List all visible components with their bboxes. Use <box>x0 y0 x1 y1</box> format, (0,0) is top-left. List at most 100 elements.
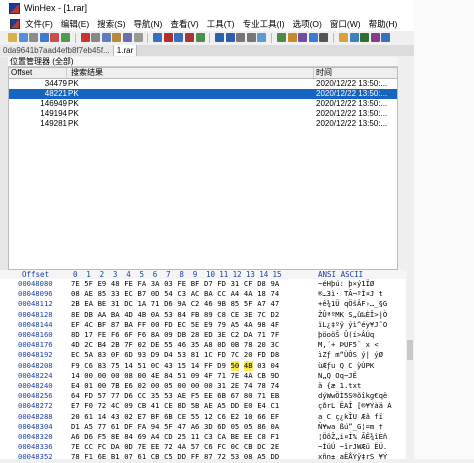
hex-byte[interactable]: E0 <box>244 401 253 411</box>
hex-byte[interactable]: 47 <box>177 422 186 432</box>
hex-byte[interactable]: 4C <box>111 401 120 411</box>
hex-byte[interactable]: 7E <box>71 442 80 452</box>
hex-byte[interactable]: E7 <box>71 401 80 411</box>
hex-byte[interactable]: 81 <box>191 350 200 360</box>
hex-byte[interactable]: DA <box>111 442 120 452</box>
hex-byte[interactable]: 4C <box>84 320 93 330</box>
hex-row[interactable]: 00048112 2B EA BE 31 DC 1A 71 D6 9A C2 46 9B 85 5F A7 47… <box>0 299 474 309</box>
hex-row-ascii[interactable]: ~ÌüÚ ~îrJWÆü ËÜ. <box>318 442 387 452</box>
goto-next-icon[interactable] <box>225 33 235 42</box>
hex-byte[interactable]: D4 <box>164 350 173 360</box>
checksum-icon[interactable] <box>298 33 308 42</box>
hex-row[interactable]: 00048208 F9 C6 83 75 14 51 0C 43 15 14 FF D9 50 4B 03 04… <box>0 360 474 371</box>
hex-row[interactable]: 00048080 7E 5F E9 48 FE FA 3A 03 FE BF D7 FD 31 CF D8 9A… <box>0 279 474 289</box>
hex-byte[interactable]: 4B <box>243 360 253 371</box>
hex-byte[interactable]: FC <box>98 442 107 452</box>
hex-byte[interactable]: AA <box>98 310 107 320</box>
hex-byte[interactable]: CF <box>244 279 253 289</box>
hex-byte[interactable]: 55 <box>164 340 173 350</box>
hex-byte[interactable]: FA <box>138 422 147 432</box>
hex-byte[interactable]: C6 <box>204 442 213 452</box>
hex-byte[interactable]: EC <box>71 350 80 360</box>
column-offset[interactable]: Offset <box>9 68 67 78</box>
hex-byte[interactable]: 03 <box>257 361 266 371</box>
save-icon[interactable] <box>39 33 49 42</box>
hex-byte[interactable]: D2 <box>271 310 280 320</box>
hex-row-ascii[interactable]: ŽÛªºMK S„û‰ÈÎ>|Ò <box>318 310 387 320</box>
hex-byte[interactable]: 83 <box>98 361 107 371</box>
hex-byte[interactable]: FF <box>204 361 213 371</box>
hex-byte[interactable]: 18 <box>257 289 266 299</box>
hex-byte[interactable]: 3D <box>204 422 213 432</box>
hex-byte[interactable]: EE <box>151 442 160 452</box>
hex-byte[interactable]: EE <box>244 432 253 442</box>
hex-byte[interactable]: BE <box>98 299 107 309</box>
hex-byte[interactable]: 3E <box>217 330 226 340</box>
hex-byte[interactable]: 35 <box>151 391 160 401</box>
hex-byte[interactable]: 53 <box>177 350 186 360</box>
hex-byte[interactable]: DF <box>124 422 133 432</box>
recover-icon[interactable] <box>360 33 370 42</box>
hex-byte[interactable]: 4D <box>71 340 80 350</box>
hex-byte[interactable]: 02 <box>124 412 133 422</box>
hex-byte[interactable]: CE <box>231 310 240 320</box>
hex-byte[interactable]: C3 <box>204 432 213 442</box>
hex-byte[interactable]: 00 <box>84 371 93 381</box>
hex-byte[interactable]: CB <box>138 401 147 411</box>
hex-byte[interactable]: AE <box>204 401 213 411</box>
menu-view[interactable]: 查看(V) <box>170 18 198 30</box>
hex-byte[interactable]: 5A <box>84 350 93 360</box>
hex-byte[interactable]: B7 <box>138 289 147 299</box>
hex-byte[interactable]: 67 <box>231 391 240 401</box>
hex-byte[interactable]: 84 <box>164 371 173 381</box>
hex-byte[interactable]: CB <box>244 442 253 452</box>
hex-row-ascii[interactable]: dýWwÖÌ5S®õîkg€që <box>318 391 387 401</box>
hex-byte[interactable]: 84 <box>177 310 186 320</box>
hex-byte[interactable]: 75 <box>111 361 120 371</box>
hex-byte[interactable]: 7E <box>138 442 147 452</box>
hex-byte[interactable]: 77 <box>98 422 107 432</box>
forward-icon[interactable] <box>246 33 256 42</box>
hex-byte[interactable]: DD <box>271 452 280 462</box>
hex-byte[interactable]: FF <box>191 452 200 462</box>
hex-byte[interactable]: E9 <box>204 320 213 330</box>
hex-byte[interactable]: FF <box>138 320 147 330</box>
hex-byte[interactable]: 0D <box>217 340 226 350</box>
hex-byte[interactable]: 14 <box>71 371 80 381</box>
hex-byte[interactable]: 53 <box>231 452 240 462</box>
hex-byte[interactable]: F5 <box>191 391 200 401</box>
hex-row[interactable]: 00048352 78 F1 6E B1 07 61 CB C5 DD FF 87 72 53 08 A5 DD… <box>0 452 474 462</box>
hex-byte[interactable]: 6B <box>164 412 173 422</box>
hex-byte[interactable]: DB <box>177 330 186 340</box>
hex-byte[interactable]: 2C <box>84 340 93 350</box>
hex-byte[interactable]: DD <box>177 452 186 462</box>
hex-byte[interactable]: 5F <box>84 279 93 289</box>
hex-byte[interactable]: 7F <box>124 340 133 350</box>
hex-byte[interactable]: FD <box>217 279 226 289</box>
hex-byte[interactable]: 72 <box>98 401 107 411</box>
hex-byte[interactable]: BE <box>231 432 240 442</box>
replace-icon[interactable] <box>174 33 184 42</box>
hex-byte[interactable]: FB <box>191 310 200 320</box>
ram-editor-icon[interactable] <box>308 33 318 42</box>
hex-byte[interactable]: EB <box>271 391 280 401</box>
hex-byte[interactable]: 33 <box>111 289 120 299</box>
menu-options[interactable]: 选项(O) <box>293 18 322 30</box>
hex-byte[interactable]: DD <box>231 401 240 411</box>
hex-byte[interactable]: A4 <box>231 289 240 299</box>
hex-byte[interactable]: F1 <box>84 452 93 462</box>
open-icon[interactable] <box>8 33 17 42</box>
hex-byte[interactable]: BA <box>204 289 213 299</box>
hex-byte[interactable]: 78 <box>244 340 253 350</box>
hex-byte[interactable]: C5 <box>164 452 173 462</box>
hex-byte[interactable]: 00 <box>191 381 200 391</box>
hex-byte[interactable]: E9 <box>98 279 107 289</box>
hex-byte[interactable]: 43 <box>111 412 120 422</box>
hex-byte[interactable]: FE <box>177 279 186 289</box>
hex-byte[interactable]: 04 <box>271 361 280 371</box>
hex-row[interactable]: 00048192 EC 5A 83 0F 6D 93 D9 D4 53 81 1C FD 7C 20 FD D8… <box>0 350 474 360</box>
hex-byte[interactable]: CA <box>217 432 226 442</box>
list-row[interactable]: 34479 PK 2020/12/22 13:50:... <box>9 79 397 89</box>
tab-1-rar[interactable]: 1.rar <box>113 45 138 56</box>
hex-byte[interactable]: 9D <box>271 371 280 381</box>
